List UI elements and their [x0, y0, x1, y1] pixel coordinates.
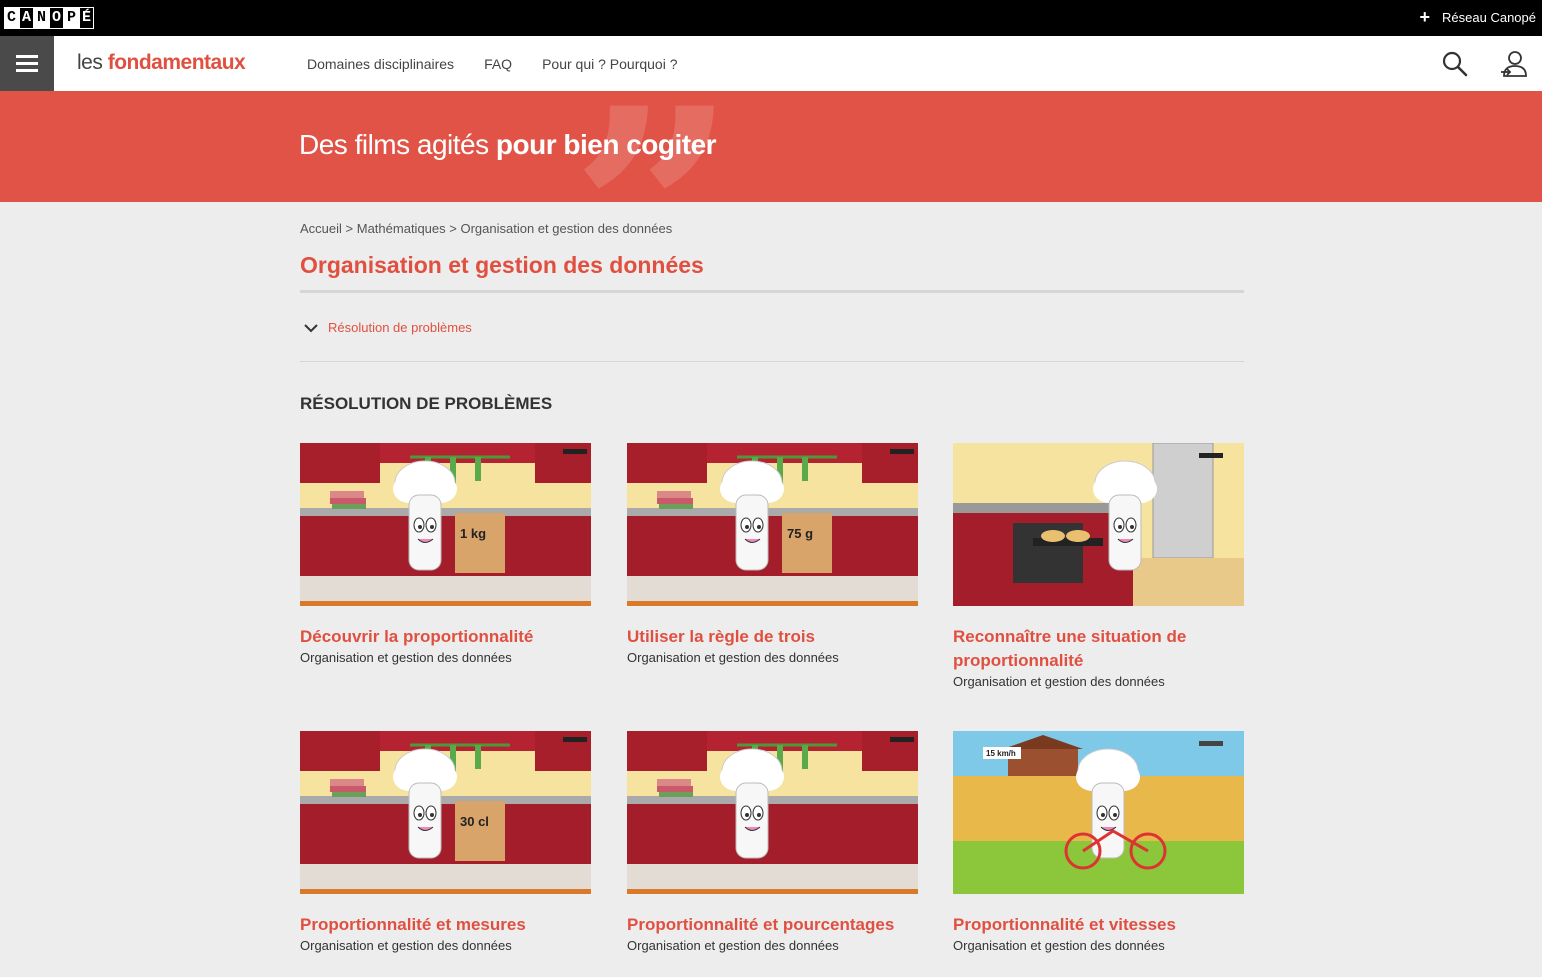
thumbnail-illustration: 30 cl	[300, 731, 591, 894]
search-icon[interactable]	[1441, 50, 1469, 78]
menu-icon[interactable]	[0, 36, 54, 91]
svg-text:1 kg: 1 kg	[460, 526, 486, 541]
video-card[interactable]: 1 kg Découvrir la proportionnalité Organ…	[300, 443, 591, 665]
card-subtitle: Organisation et gestion des données	[627, 938, 839, 953]
video-thumbnail[interactable]	[627, 731, 918, 894]
reseau-label: Réseau Canopé	[1442, 10, 1536, 25]
main-nav: les fondamentaux Domaines disciplinaires…	[0, 36, 1542, 91]
thumbnail-illustration	[953, 443, 1244, 606]
canope-logo[interactable]: C A N O P É	[4, 7, 94, 29]
video-thumbnail[interactable]: 1 kg	[300, 443, 591, 606]
card-subtitle: Organisation et gestion des données	[953, 674, 1165, 689]
reseau-canope-link[interactable]: + Réseau Canopé	[1419, 7, 1536, 27]
section-toggle[interactable]: Résolution de problèmes	[303, 320, 472, 335]
svg-text:30 cl: 30 cl	[460, 814, 489, 829]
top-bar: C A N O P É + Réseau Canopé	[0, 0, 1542, 36]
video-thumbnail[interactable]: 15 km/h	[953, 731, 1244, 894]
nav-links: Domaines disciplinaires FAQ Pour qui ? P…	[307, 56, 708, 72]
card-title[interactable]: Découvrir la proportionnalité	[300, 625, 591, 649]
page-title: Organisation et gestion des données	[300, 252, 704, 278]
breadcrumb-current: Organisation et gestion des données	[460, 221, 673, 236]
card-subtitle: Organisation et gestion des données	[953, 938, 1165, 953]
card-title[interactable]: Proportionnalité et vitesses	[953, 913, 1244, 937]
svg-text:15 km/h: 15 km/h	[986, 749, 1016, 758]
title-divider	[300, 290, 1244, 293]
video-card[interactable]: 30 cl Proportionnalité et mesures Organi…	[300, 731, 591, 953]
plus-icon: +	[1419, 7, 1431, 27]
card-title[interactable]: Proportionnalité et mesures	[300, 913, 591, 937]
video-thumbnail[interactable]: 75 g	[627, 443, 918, 606]
video-card[interactable]: Reconnaître une situation de proportionn…	[953, 443, 1244, 689]
card-title[interactable]: Utiliser la règle de trois	[627, 625, 918, 649]
brand-logo[interactable]: les fondamentaux	[77, 51, 246, 75]
section-divider	[300, 361, 1244, 362]
card-title[interactable]: Reconnaître une situation de proportionn…	[953, 625, 1244, 673]
thumbnail-illustration: 1 kg	[300, 443, 591, 606]
video-card[interactable]: Proportionnalité et pourcentages Organis…	[627, 731, 918, 953]
nav-link-domaines[interactable]: Domaines disciplinaires	[307, 56, 454, 72]
breadcrumb: Accueil > Mathématiques > Organisation e…	[300, 221, 673, 236]
user-icon[interactable]	[1500, 50, 1528, 78]
card-title[interactable]: Proportionnalité et pourcentages	[627, 913, 918, 937]
svg-text:75 g: 75 g	[787, 526, 813, 541]
video-thumbnail[interactable]	[953, 443, 1244, 606]
nav-link-faq[interactable]: FAQ	[484, 56, 512, 72]
thumbnail-illustration: 15 km/h	[953, 731, 1244, 894]
video-card[interactable]: 75 g Utiliser la règle de trois Organisa…	[627, 443, 918, 665]
card-subtitle: Organisation et gestion des données	[300, 938, 512, 953]
breadcrumb-mathematiques[interactable]: Mathématiques	[357, 221, 446, 236]
toggle-label: Résolution de problèmes	[328, 320, 472, 335]
video-thumbnail[interactable]: 30 cl	[300, 731, 591, 894]
card-subtitle: Organisation et gestion des données	[300, 650, 512, 665]
chevron-down-icon	[304, 323, 318, 332]
banner-slogan: Des films agités pour bien cogiter	[299, 129, 717, 160]
card-subtitle: Organisation et gestion des données	[627, 650, 839, 665]
section-title: RÉSOLUTION DE PROBLÈMES	[300, 394, 553, 413]
hero-banner: ” Des films agités pour bien cogiter	[0, 91, 1542, 202]
video-card[interactable]: 15 km/h Proportionnalité et vitesses Org…	[953, 731, 1244, 953]
breadcrumb-accueil[interactable]: Accueil	[300, 221, 342, 236]
thumbnail-illustration	[627, 731, 918, 894]
nav-link-pour-qui[interactable]: Pour qui ? Pourquoi ?	[542, 56, 677, 72]
thumbnail-illustration: 75 g	[627, 443, 918, 606]
